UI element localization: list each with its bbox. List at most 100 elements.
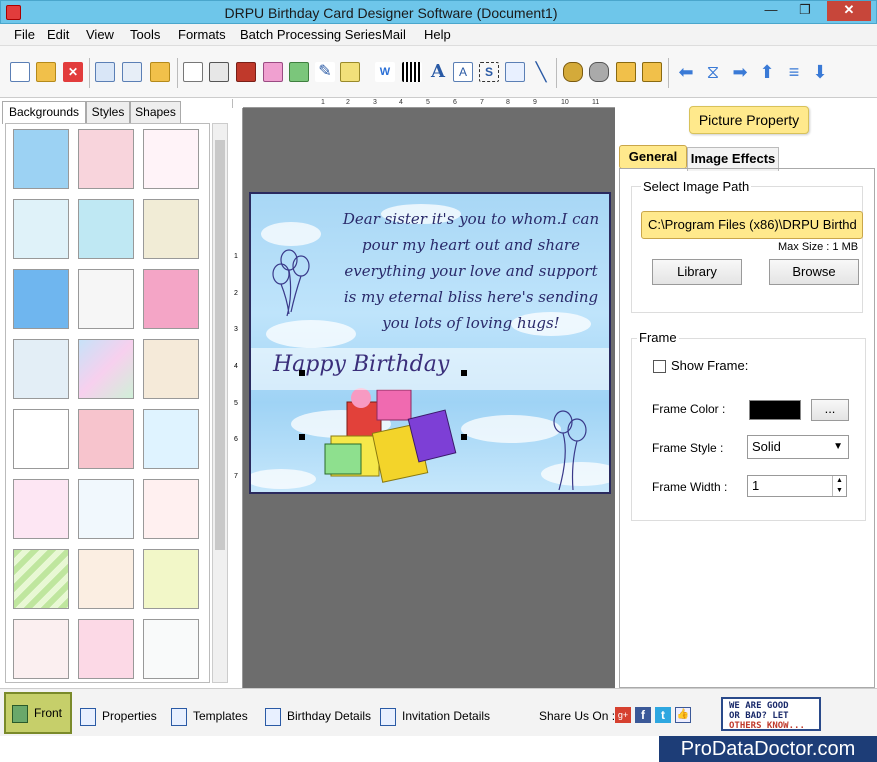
background-thumbnail[interactable] <box>13 129 69 189</box>
show-frame-checkbox[interactable] <box>653 360 666 373</box>
scrollbar-thumb[interactable] <box>215 140 225 550</box>
stepper-arrows-icon[interactable]: ▲ ▼ <box>832 476 846 496</box>
frame-style-select[interactable]: Solid ▼ <box>747 435 849 459</box>
feedback-badge[interactable]: WE ARE GOOD OR BAD? LET OTHERS KNOW... <box>721 697 821 731</box>
background-thumbnail[interactable] <box>143 409 199 469</box>
arrow-right-icon[interactable]: ➡ <box>730 62 750 82</box>
maximize-button[interactable]: ❐ <box>792 1 818 21</box>
background-thumbnail[interactable] <box>78 269 134 329</box>
properties-button[interactable]: Properties <box>80 705 157 729</box>
print-preview-icon[interactable] <box>183 62 203 82</box>
arrow-left-icon[interactable]: ⬅ <box>676 62 696 82</box>
background-thumbnail[interactable] <box>78 619 134 679</box>
background-thumbnail[interactable] <box>143 129 199 189</box>
arrow-down-icon[interactable]: ⬇ <box>810 62 830 82</box>
menu-help[interactable]: Help <box>424 27 451 42</box>
pen-icon[interactable]: ✎ <box>315 62 335 82</box>
wordart-icon[interactable]: W <box>375 62 395 82</box>
text-box-icon[interactable]: A <box>453 62 473 82</box>
background-thumbnail[interactable] <box>143 619 199 679</box>
background-thumbnail[interactable] <box>143 339 199 399</box>
background-thumbnail[interactable] <box>143 269 199 329</box>
background-thumbnail[interactable] <box>13 269 69 329</box>
design-canvas[interactable]: Dear sister it's you to whom.I can pour … <box>243 108 615 688</box>
frame-color-swatch[interactable] <box>749 400 801 420</box>
image-icon[interactable] <box>289 62 309 82</box>
menu-formats[interactable]: Formats <box>178 27 226 42</box>
image-path-field[interactable]: C:\Program Files (x86)\DRPU Birthd <box>641 211 863 239</box>
picture-property-button[interactable]: Picture Property <box>689 106 809 134</box>
flip-icon[interactable]: ⧖ <box>703 62 723 82</box>
background-thumbnail[interactable] <box>78 129 134 189</box>
background-thumbnail[interactable] <box>78 479 134 539</box>
background-thumbnail[interactable] <box>143 479 199 539</box>
lock-icon[interactable] <box>616 62 636 82</box>
print-icon[interactable] <box>209 62 229 82</box>
tab-general[interactable]: General <box>619 145 687 169</box>
background-thumbnail[interactable] <box>13 549 69 609</box>
export-icon[interactable] <box>150 62 170 82</box>
card-message[interactable]: Dear sister it's you to whom.I can pour … <box>336 206 606 336</box>
invitation-details-button[interactable]: Invitation Details <box>380 705 490 729</box>
background-thumbnail[interactable] <box>13 479 69 539</box>
birthday-details-icon <box>265 707 281 726</box>
resize-handle[interactable] <box>461 370 467 376</box>
background-thumbnail[interactable] <box>13 339 69 399</box>
signature-icon[interactable]: S <box>479 62 499 82</box>
align-icon[interactable]: ≡ <box>784 62 804 82</box>
like-icon[interactable]: 👍 <box>675 707 691 723</box>
background-thumbnail[interactable] <box>78 409 134 469</box>
gift-icon[interactable] <box>263 62 283 82</box>
library-button[interactable]: Library <box>652 259 742 285</box>
mail-icon[interactable] <box>505 62 525 82</box>
facebook-icon[interactable]: f <box>635 707 651 723</box>
birthday-card[interactable]: Dear sister it's you to whom.I can pour … <box>249 192 611 494</box>
background-thumbnail[interactable] <box>13 199 69 259</box>
menu-edit[interactable]: Edit <box>47 27 69 42</box>
tab-backgrounds[interactable]: Backgrounds <box>2 101 86 124</box>
new-icon[interactable] <box>10 62 30 82</box>
birthday-details-button[interactable]: Birthday Details <box>265 705 371 729</box>
templates-button[interactable]: Templates <box>171 705 248 729</box>
close-doc-icon[interactable]: ✕ <box>63 62 83 82</box>
browse-button[interactable]: Browse <box>769 259 859 285</box>
front-button[interactable]: Front <box>4 692 72 734</box>
database-settings-icon[interactable] <box>589 62 609 82</box>
menu-tools[interactable]: Tools <box>130 27 160 42</box>
resize-handle[interactable] <box>461 434 467 440</box>
save-icon[interactable] <box>95 62 115 82</box>
open-icon[interactable] <box>36 62 56 82</box>
frame-color-picker-button[interactable]: ... <box>811 399 849 421</box>
background-thumbnail[interactable] <box>78 549 134 609</box>
thumbnail-scrollbar[interactable] <box>212 123 228 683</box>
save-as-icon[interactable] <box>122 62 142 82</box>
background-thumbnail[interactable] <box>78 199 134 259</box>
background-thumbnail[interactable] <box>78 339 134 399</box>
google-plus-icon[interactable]: g+ <box>615 707 631 723</box>
minimize-button[interactable]: — <box>758 1 784 21</box>
shape-fill-icon[interactable] <box>340 62 360 82</box>
close-button[interactable]: ✕ <box>827 1 871 21</box>
frame-width-stepper[interactable]: 1 ▲ ▼ <box>747 475 847 497</box>
line-icon[interactable]: ╲ <box>531 62 551 82</box>
barcode-icon[interactable] <box>402 62 422 82</box>
arrow-up-icon[interactable]: ⬆ <box>757 62 777 82</box>
select-image-path-title: Select Image Path <box>641 179 752 194</box>
background-thumbnail[interactable] <box>143 549 199 609</box>
background-thumbnail[interactable] <box>13 409 69 469</box>
menu-file[interactable]: File <box>14 27 35 42</box>
menu-batch-processing[interactable]: Batch Processing Series <box>240 27 382 42</box>
twitter-icon[interactable]: t <box>655 707 671 723</box>
tab-shapes[interactable]: Shapes <box>130 101 181 123</box>
text-icon[interactable]: A <box>428 62 448 82</box>
resize-handle[interactable] <box>299 370 305 376</box>
background-thumbnail[interactable] <box>13 619 69 679</box>
copy-icon[interactable] <box>236 62 256 82</box>
resize-handle[interactable] <box>299 434 305 440</box>
tab-styles[interactable]: Styles <box>86 101 130 123</box>
menu-mail[interactable]: Mail <box>382 27 406 42</box>
menu-view[interactable]: View <box>86 27 114 42</box>
unlock-icon[interactable] <box>642 62 662 82</box>
database-icon[interactable] <box>563 62 583 82</box>
background-thumbnail[interactable] <box>143 199 199 259</box>
